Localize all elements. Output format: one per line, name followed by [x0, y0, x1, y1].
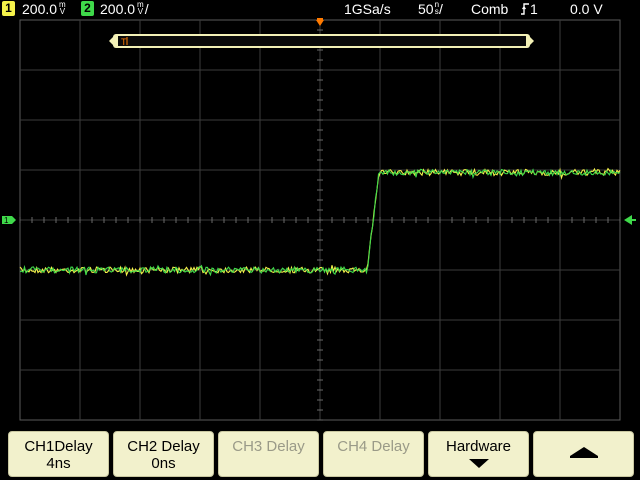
up-arrow-icon	[569, 447, 598, 458]
channel-1-badge[interactable]: 1	[2, 1, 15, 16]
softkey-label: CH2 Delay	[127, 438, 200, 455]
waveform-display[interactable]: T 1	[0, 18, 640, 426]
ch3-delay-softkey[interactable]: CH3 Delay	[218, 431, 319, 477]
down-arrow-icon	[468, 459, 489, 468]
channel-1-scale-value: 200.0	[22, 1, 58, 17]
channel-1-scale-unit: mV	[59, 1, 66, 16]
ch1-delay-softkey[interactable]: CH1Delay 4ns	[8, 431, 109, 477]
timebase[interactable]: 50n s/	[418, 0, 443, 18]
rising-edge-icon	[521, 3, 529, 15]
trigger-source: 1	[530, 1, 538, 17]
delay-ruler-label: T	[121, 37, 127, 47]
delay-ruler[interactable]: T	[109, 34, 534, 48]
softkey-value: 0ns	[151, 455, 176, 472]
softkey-bar: CH1Delay 4ns CH2 Delay 0ns CH3 Delay CH4…	[0, 426, 640, 480]
trigger-level: 0.0 V	[570, 1, 603, 17]
unit-bottom: V	[59, 7, 66, 16]
softkey-label: CH1Delay	[24, 438, 93, 455]
softkey-label: CH3 Delay	[232, 438, 305, 455]
timebase-slash: /	[439, 1, 443, 17]
ch4-delay-softkey[interactable]: CH4 Delay	[323, 431, 424, 477]
softkey-value: 4ns	[46, 455, 71, 472]
channel-2-badge[interactable]: 2	[81, 1, 94, 16]
sample-rate: 1GSa/s	[344, 1, 391, 17]
hardware-softkey[interactable]: Hardware	[428, 431, 529, 477]
unit-bottom: V	[137, 7, 144, 16]
channel-2-scale[interactable]: 200.0 m V /	[100, 0, 149, 18]
softkey-label: Hardware	[445, 438, 512, 455]
ground-marker-label: 1	[4, 216, 9, 225]
channel-2-scale-unit: mV	[137, 1, 144, 16]
trigger-setting[interactable]: 1	[520, 0, 538, 18]
channel-2-scale-value: 200.0	[100, 1, 136, 17]
channel-1-scale[interactable]: 200.0 m V	[22, 0, 66, 18]
scale-slash: /	[144, 1, 149, 17]
status-bar: 1 200.0 m V 2 200.0 m V/ 1GSa/s 50n s/ Comb 1…	[0, 0, 640, 18]
back-softkey[interactable]	[533, 431, 634, 477]
timebase-value: 50	[418, 1, 434, 17]
ch2-delay-softkey[interactable]: CH2 Delay 0ns	[113, 431, 214, 477]
acquisition-mode[interactable]: Comb	[471, 0, 508, 18]
softkey-label: CH4 Delay	[337, 438, 410, 455]
